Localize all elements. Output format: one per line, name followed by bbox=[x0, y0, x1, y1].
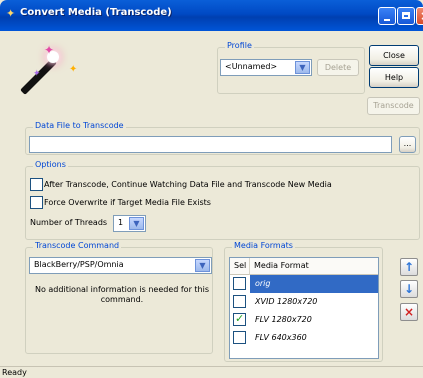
arrow-up-icon: ↑ bbox=[403, 260, 415, 274]
transcode-command-info: No additional information is needed for … bbox=[34, 285, 210, 304]
continue-watching-label: After Transcode, Continue Watching Data … bbox=[44, 180, 332, 189]
row-checkbox[interactable] bbox=[233, 295, 246, 308]
media-formats-table: Sel Media Format orig XVID 1280x720 FLV … bbox=[229, 257, 379, 359]
app-icon: ✦ bbox=[6, 7, 16, 20]
status-text: Ready bbox=[2, 368, 27, 377]
chevron-down-icon[interactable]: ▼ bbox=[129, 217, 144, 230]
sparkle-icon: ✦ bbox=[33, 69, 41, 79]
options-legend: Options bbox=[33, 160, 68, 169]
close-icon: × bbox=[417, 8, 423, 24]
minimize-icon bbox=[379, 8, 395, 24]
help-button[interactable]: Help bbox=[369, 67, 419, 88]
close-button[interactable]: Close bbox=[369, 45, 419, 66]
threads-select[interactable]: 1 ▼ bbox=[113, 215, 146, 232]
row-selection-cell bbox=[230, 311, 250, 329]
close-window-button[interactable]: × bbox=[416, 7, 423, 25]
table-row[interactable]: FLV 1280x720 bbox=[230, 311, 378, 329]
media-format-cell: FLV 1280x720 bbox=[255, 315, 312, 324]
sparkle-icon: ✦ bbox=[69, 64, 78, 75]
remove-icon: × bbox=[403, 305, 415, 319]
row-checkbox-checked[interactable] bbox=[233, 312, 246, 326]
table-row[interactable]: FLV 640x360 bbox=[230, 329, 378, 347]
remove-button[interactable]: × bbox=[400, 303, 418, 321]
maximize-button[interactable] bbox=[397, 7, 415, 25]
maximize-icon bbox=[398, 8, 414, 24]
arrow-down-icon: ↓ bbox=[403, 282, 415, 296]
transcode-command-select[interactable]: BlackBerry/PSP/Omnia ▼ bbox=[29, 257, 212, 274]
row-selection-cell bbox=[230, 329, 250, 347]
title-bar[interactable]: ✦ Convert Media (Transcode) × bbox=[0, 0, 423, 31]
move-down-button[interactable]: ↓ bbox=[400, 280, 418, 298]
transcode-command-value: BlackBerry/PSP/Omnia bbox=[34, 260, 124, 269]
force-overwrite-checkbox[interactable] bbox=[30, 196, 43, 209]
profile-legend: Profile bbox=[225, 41, 254, 50]
media-format-column-header: Media Format bbox=[250, 258, 378, 275]
profile-selected-value: <Unnamed> bbox=[225, 62, 278, 71]
transcode-button[interactable]: Transcode bbox=[367, 97, 420, 115]
convert-media-window: ✦ Convert Media (Transcode) × ✦ ✦ ✦ Prof… bbox=[0, 0, 423, 378]
threads-value: 1 bbox=[118, 218, 124, 227]
media-format-cell: XVID 1280x720 bbox=[255, 297, 318, 306]
threads-label: Number of Threads bbox=[30, 218, 108, 227]
profile-select[interactable]: <Unnamed> ▼ bbox=[220, 59, 312, 76]
minimize-button[interactable] bbox=[378, 7, 396, 25]
sel-column-header: Sel bbox=[230, 258, 250, 275]
continue-watching-checkbox[interactable] bbox=[30, 178, 43, 191]
data-file-input[interactable] bbox=[29, 136, 392, 153]
row-selection-cell bbox=[230, 293, 250, 311]
data-file-legend: Data File to Transcode bbox=[33, 121, 126, 130]
move-up-button[interactable]: ↑ bbox=[400, 258, 418, 276]
row-checkbox[interactable] bbox=[233, 331, 246, 344]
table-row[interactable]: XVID 1280x720 bbox=[230, 293, 378, 311]
row-checkbox[interactable] bbox=[233, 277, 246, 290]
media-format-cell: orig bbox=[250, 275, 378, 293]
table-row[interactable]: orig bbox=[230, 275, 378, 293]
delete-button[interactable]: Delete bbox=[317, 59, 359, 76]
media-format-cell: FLV 640x360 bbox=[255, 333, 307, 342]
sparkle-icon: ✦ bbox=[44, 43, 55, 57]
window-title: Convert Media (Transcode) bbox=[20, 7, 172, 18]
media-formats-legend: Media Formats bbox=[232, 241, 295, 250]
chevron-down-icon[interactable]: ▼ bbox=[195, 259, 210, 272]
chevron-down-icon[interactable]: ▼ bbox=[295, 61, 310, 74]
wand-icon: ✦ ✦ ✦ bbox=[20, 42, 93, 97]
browse-button[interactable]: ... bbox=[399, 136, 416, 153]
row-selection-cell bbox=[230, 275, 250, 293]
force-overwrite-label: Force Overwrite if Target Media File Exi… bbox=[44, 198, 211, 207]
transcode-command-legend: Transcode Command bbox=[33, 241, 122, 250]
status-bar: Ready bbox=[0, 366, 423, 378]
